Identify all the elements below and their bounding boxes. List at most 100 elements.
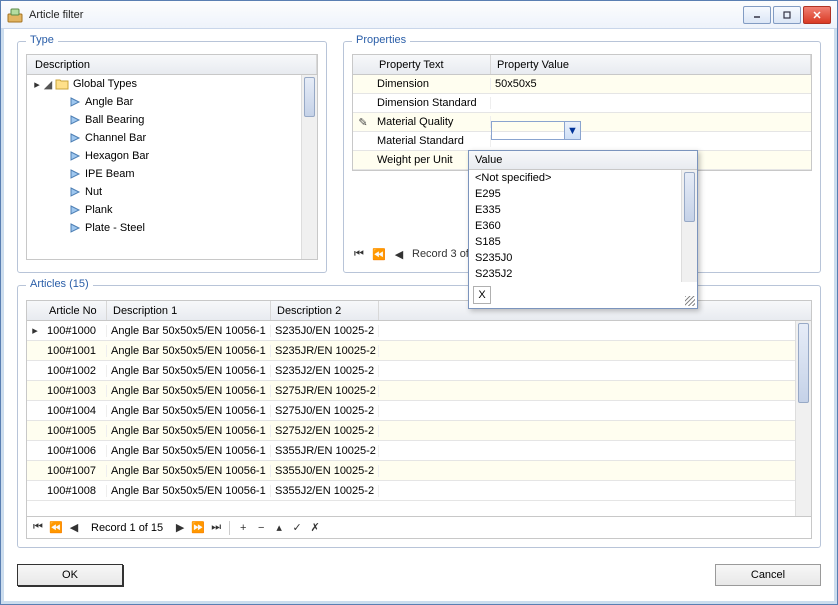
item-icon [69, 186, 81, 198]
article-no: 100#1002 [43, 365, 107, 377]
nav-next-button[interactable]: ▶ [173, 521, 187, 534]
property-value-dropdown[interactable]: ▼ [491, 121, 581, 140]
item-icon [69, 204, 81, 216]
tree-item[interactable]: IPE Beam [27, 165, 317, 183]
dropdown-option[interactable]: S235J2 [469, 266, 681, 282]
nav-cancel-button[interactable]: ✗ [308, 521, 322, 534]
nav-first-button[interactable]: ⏮ [31, 521, 45, 534]
dropdown-clear-button[interactable]: X [473, 286, 491, 304]
tree-item[interactable]: Angle Bar [27, 93, 317, 111]
dropdown-header[interactable]: Value [469, 151, 697, 170]
item-icon [69, 168, 81, 180]
property-value-cell[interactable]: 50x50x5 [491, 78, 811, 90]
scrollbar-thumb[interactable] [684, 172, 695, 222]
scrollbar-thumb[interactable] [798, 323, 809, 403]
nav-edit-button[interactable]: ▴ [272, 521, 286, 534]
close-button[interactable] [803, 6, 831, 24]
nav-prev-button[interactable]: ◀ [392, 248, 406, 261]
articles-col-desc1[interactable]: Description 1 [107, 301, 271, 320]
type-scrollbar[interactable] [301, 75, 317, 259]
expand-icon[interactable]: ◢ [43, 78, 53, 91]
cancel-button[interactable]: Cancel [715, 564, 821, 586]
scrollbar-thumb[interactable] [304, 77, 315, 117]
resize-grip-icon[interactable] [685, 296, 695, 306]
nav-prev-button[interactable]: ◀ [67, 521, 81, 534]
nav-prevpage-button[interactable]: ⏪ [372, 248, 386, 261]
material-quality-dropdown: Value <Not specified>E295E335E360S185S23… [468, 150, 698, 309]
article-row[interactable]: 100#1005Angle Bar 50x50x5/EN 10056-1S275… [27, 421, 795, 441]
articles-col-no[interactable]: Article No [43, 301, 107, 320]
article-no: 100#1007 [43, 465, 107, 477]
dropdown-option[interactable]: E335 [469, 202, 681, 218]
tree-item[interactable]: Hexagon Bar [27, 147, 317, 165]
tree-root-label: Global Types [73, 78, 137, 90]
props-col-value[interactable]: Property Value [491, 55, 811, 74]
props-col-text[interactable]: Property Text [373, 55, 491, 74]
article-no: 100#1001 [43, 345, 107, 357]
articles-col-desc2[interactable]: Description 2 [271, 301, 379, 320]
tree-item[interactable]: Channel Bar [27, 129, 317, 147]
property-row[interactable]: Dimension50x50x5 [353, 75, 811, 94]
article-no: 100#1006 [43, 445, 107, 457]
nav-first-button[interactable]: ⏮ [352, 248, 366, 261]
dropdown-scrollbar[interactable] [681, 170, 697, 282]
articles-scrollbar[interactable] [795, 321, 811, 516]
article-row[interactable]: ▸100#1000Angle Bar 50x50x5/EN 10056-1S23… [27, 321, 795, 341]
articles-group: Articles (15) Article No Description 1 D… [17, 285, 821, 548]
article-row[interactable]: 100#1003Angle Bar 50x50x5/EN 10056-1S275… [27, 381, 795, 401]
item-icon [69, 114, 81, 126]
tree-item-label: Ball Bearing [85, 114, 144, 126]
dropdown-option[interactable]: E360 [469, 218, 681, 234]
row-marker-icon: ▸ [31, 78, 43, 91]
nav-add-button[interactable]: + [236, 522, 250, 534]
dropdown-option[interactable]: E295 [469, 186, 681, 202]
article-desc1: Angle Bar 50x50x5/EN 10056-1 [107, 445, 271, 457]
article-row[interactable]: 100#1001Angle Bar 50x50x5/EN 10056-1S235… [27, 341, 795, 361]
dropdown-value [492, 122, 564, 139]
item-icon [69, 150, 81, 162]
dropdown-option[interactable]: <Not specified> [469, 170, 681, 186]
article-desc2: S275J0/EN 10025-2 [271, 405, 379, 417]
tree-item-label: Nut [85, 186, 102, 198]
property-row[interactable]: Dimension Standard [353, 94, 811, 113]
tree-item[interactable]: Ball Bearing [27, 111, 317, 129]
type-tree: Description ▸ ◢ Global Types Angle Bar Ba… [26, 54, 318, 260]
ok-label: OK [62, 569, 78, 581]
ok-button[interactable]: OK [17, 564, 123, 586]
article-row[interactable]: 100#1007Angle Bar 50x50x5/EN 10056-1S355… [27, 461, 795, 481]
nav-nextpage-button[interactable]: ⏩ [191, 521, 205, 534]
type-col-description[interactable]: Description [29, 55, 317, 74]
window: Article filter Type Description ▸ ◢ Glob… [0, 0, 838, 605]
article-desc2: S235J2/EN 10025-2 [271, 365, 379, 377]
article-no: 100#1005 [43, 425, 107, 437]
nav-last-button[interactable]: ⏭ [209, 521, 223, 534]
nav-remove-button[interactable]: − [254, 522, 268, 534]
property-row[interactable]: ✎Material Quality▼ [353, 113, 811, 132]
tree-item-label: Plate - Steel [85, 222, 145, 234]
folder-icon [55, 77, 69, 91]
nav-prevpage-button[interactable]: ⏪ [49, 521, 63, 534]
row-marker: ▸ [27, 324, 43, 337]
dropdown-toggle-button[interactable]: ▼ [564, 122, 580, 139]
app-icon [7, 7, 23, 23]
maximize-button[interactable] [773, 6, 801, 24]
tree-item[interactable]: Nut [27, 183, 317, 201]
tree-root-row[interactable]: ▸ ◢ Global Types [27, 75, 317, 93]
article-row[interactable]: 100#1006Angle Bar 50x50x5/EN 10056-1S355… [27, 441, 795, 461]
property-row[interactable]: Material Standard [353, 132, 811, 151]
tree-item[interactable]: Plank [27, 201, 317, 219]
article-row[interactable]: 100#1002Angle Bar 50x50x5/EN 10056-1S235… [27, 361, 795, 381]
dropdown-option[interactable]: S235J0 [469, 250, 681, 266]
titlebar: Article filter [1, 1, 837, 29]
type-tree-body[interactable]: ▸ ◢ Global Types Angle Bar Ball Bearing Ch… [27, 75, 317, 259]
maximize-icon [782, 10, 792, 20]
minimize-button[interactable] [743, 6, 771, 24]
article-row[interactable]: 100#1008Angle Bar 50x50x5/EN 10056-1S355… [27, 481, 795, 501]
article-no: 100#1004 [43, 405, 107, 417]
type-legend: Type [26, 34, 58, 46]
dropdown-option[interactable]: S185 [469, 234, 681, 250]
article-desc1: Angle Bar 50x50x5/EN 10056-1 [107, 405, 271, 417]
tree-item[interactable]: Plate - Steel [27, 219, 317, 237]
article-row[interactable]: 100#1004Angle Bar 50x50x5/EN 10056-1S275… [27, 401, 795, 421]
nav-commit-button[interactable]: ✓ [290, 521, 304, 534]
